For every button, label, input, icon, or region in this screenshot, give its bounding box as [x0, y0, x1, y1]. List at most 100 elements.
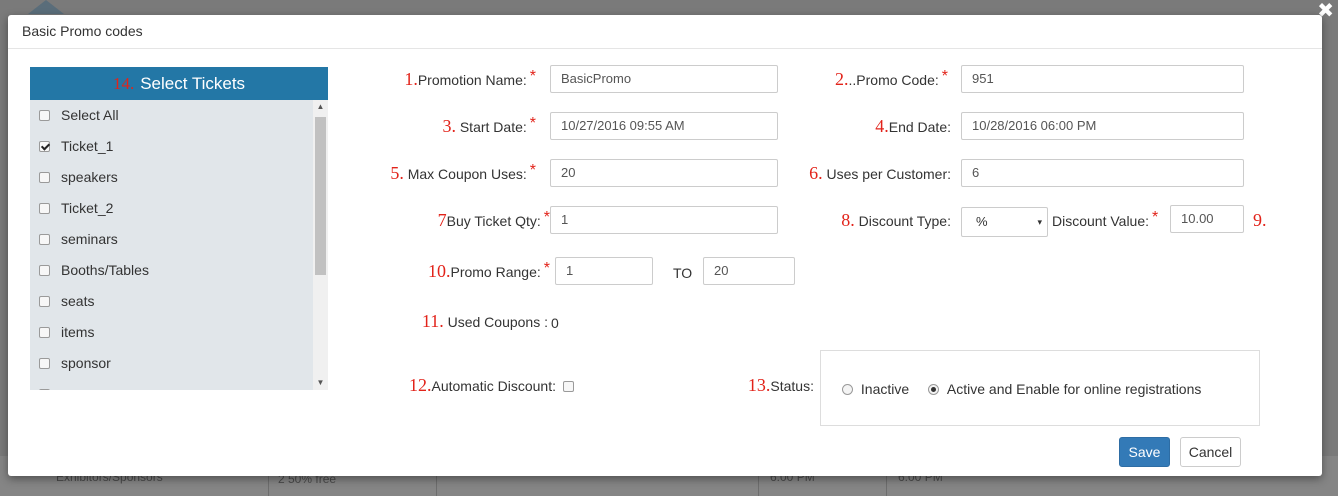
status-label: 13.Status:	[748, 375, 814, 396]
annotation-number: 4.	[875, 116, 889, 136]
ticket-list-item[interactable]: Ticket_1	[30, 131, 313, 162]
ticket-panel-header: 14. Select Tickets	[30, 67, 328, 100]
annotation-number: 10.	[427, 261, 451, 281]
ticket-list-scrollbar[interactable]: ▲ ▼	[313, 100, 328, 390]
status-options: Inactive Active and Enable for online re…	[820, 350, 1260, 426]
ticket-list-item[interactable]: items	[30, 317, 313, 348]
ticket-label: Ticket_1	[61, 138, 114, 154]
annotation-number-9: 9.	[1253, 210, 1267, 231]
label-text: Promotion Name:	[417, 72, 527, 88]
annotation-number: 3.	[442, 116, 456, 136]
status-radio-active[interactable]	[928, 383, 939, 395]
ticket-checkbox[interactable]	[39, 141, 50, 152]
required-mark: *	[529, 115, 536, 132]
ticket-list-item-partial[interactable]	[30, 379, 313, 390]
ticket-checkbox[interactable]	[39, 327, 50, 338]
ticket-checkbox[interactable]	[39, 110, 50, 121]
label-text: Buy Ticket Qty:	[446, 213, 541, 229]
label-text: Discount Type:	[858, 213, 951, 229]
promotion-name-label: 1.Promotion Name: *	[404, 68, 536, 90]
save-button[interactable]: Save	[1119, 437, 1170, 467]
promo-range-to-input[interactable]: 20	[703, 257, 795, 285]
automatic-discount-checkbox[interactable]	[563, 381, 574, 392]
ticket-checkbox[interactable]	[39, 234, 50, 245]
label-text: Status:	[770, 378, 814, 394]
ticket-checkbox[interactable]	[39, 172, 50, 183]
discount-type-value: %	[976, 214, 988, 229]
annotation-number: 12.	[409, 375, 432, 395]
ticket-list-item[interactable]: seminars	[30, 224, 313, 255]
label-text: Uses per Customer:	[826, 166, 951, 182]
end-date-label: 4.End Date:	[875, 116, 951, 137]
ticket-list-item[interactable]: Select All	[30, 100, 313, 131]
annotation-number: 5.	[390, 163, 404, 183]
status-option-active[interactable]: Active and Enable for online registratio…	[928, 380, 1201, 397]
ticket-label: Ticket_2	[61, 200, 114, 216]
max-coupon-uses-label: 5. Max Coupon Uses: *	[390, 162, 536, 184]
promotion-name-input[interactable]: BasicPromo	[550, 65, 778, 93]
promo-code-input[interactable]: 951	[961, 65, 1244, 93]
promo-range-label: 10.Promo Range: *	[427, 260, 550, 282]
annotation-number: 9.	[1253, 210, 1267, 230]
uses-per-customer-input[interactable]: 6	[961, 159, 1244, 187]
status-option-label: Inactive	[860, 381, 910, 398]
automatic-discount-label: 12.Automatic Discount:	[409, 375, 556, 396]
required-mark: *	[529, 68, 536, 85]
ticket-label: Booths/Tables	[61, 262, 149, 278]
ticket-label: speakers	[61, 169, 118, 185]
promo-code-label: 2...Promo Code: *	[835, 68, 948, 90]
label-text: Used Coupons :	[447, 314, 548, 330]
annotation-number: 8.	[841, 210, 855, 230]
ticket-label: Select All	[61, 107, 119, 123]
status-option-label: Active and Enable for online registratio…	[946, 381, 1202, 398]
scroll-up-icon[interactable]: ▲	[313, 100, 328, 114]
label-text: Discount Value:	[1052, 213, 1150, 229]
ticket-list-item[interactable]: speakers	[30, 162, 313, 193]
max-coupon-uses-input[interactable]: 20	[550, 159, 778, 187]
annotation-number: 13.	[747, 375, 771, 395]
required-mark: *	[941, 68, 948, 85]
discount-value-label: Discount Value: *	[1052, 209, 1158, 231]
discount-type-select[interactable]: % ▾	[961, 207, 1048, 237]
ticket-checkbox[interactable]	[39, 358, 50, 369]
label-text: End Date:	[888, 119, 951, 135]
status-option-inactive[interactable]: Inactive	[842, 380, 909, 397]
ticket-label: sponsor	[61, 355, 111, 371]
ticket-list-item[interactable]: Ticket_2	[30, 193, 313, 224]
label-text: Promo Range:	[450, 264, 541, 280]
end-date-input[interactable]: 10/28/2016 06:00 PM	[961, 112, 1244, 140]
discount-type-label: 8. Discount Type:	[841, 210, 951, 231]
cancel-button[interactable]: Cancel	[1180, 437, 1241, 467]
label-text: Max Coupon Uses:	[407, 166, 527, 182]
annotation-number: 7	[437, 210, 447, 230]
ticket-list-item[interactable]: sponsor	[30, 348, 313, 379]
ticket-checkbox[interactable]	[39, 203, 50, 214]
promo-range-from-input[interactable]: 1	[555, 257, 653, 285]
discount-value-input[interactable]: 10.00	[1170, 205, 1244, 233]
uses-per-customer-label: 6. Uses per Customer:	[809, 163, 951, 184]
ticket-selector-panel: 14. Select Tickets Select All Ticket_1spea…	[30, 67, 328, 390]
buy-ticket-qty-input[interactable]: 1	[550, 206, 778, 234]
scroll-down-icon[interactable]: ▼	[313, 376, 328, 390]
ticket-checkbox[interactable]	[39, 296, 50, 307]
start-date-input[interactable]: 10/27/2016 09:55 AM	[550, 112, 778, 140]
annotation-number: 6.	[809, 163, 823, 183]
required-mark: *	[543, 260, 550, 277]
promo-code-dialog: Basic Promo codes 14. Select Tickets Sele…	[8, 15, 1322, 476]
ticket-list-item[interactable]: seats	[30, 286, 313, 317]
label-text: Start Date:	[459, 119, 527, 135]
required-mark: *	[1152, 209, 1159, 226]
status-radio-inactive[interactable]	[842, 383, 853, 395]
ticket-panel-title: Select Tickets	[140, 74, 246, 93]
ticket-label: seats	[61, 293, 95, 309]
ticket-label: items	[61, 324, 95, 340]
start-date-label: 3. Start Date: *	[442, 115, 536, 137]
ticket-checkbox[interactable]	[39, 389, 50, 390]
promo-range-to-label: TO	[673, 265, 693, 281]
scroll-thumb[interactable]	[315, 117, 326, 275]
annotation-number: 2.	[835, 69, 849, 89]
ticket-checkbox[interactable]	[39, 265, 50, 276]
label-text: ..Promo Code:	[848, 72, 939, 88]
annotation-number: 11.	[421, 311, 444, 331]
ticket-list-item[interactable]: Booths/Tables	[30, 255, 313, 286]
